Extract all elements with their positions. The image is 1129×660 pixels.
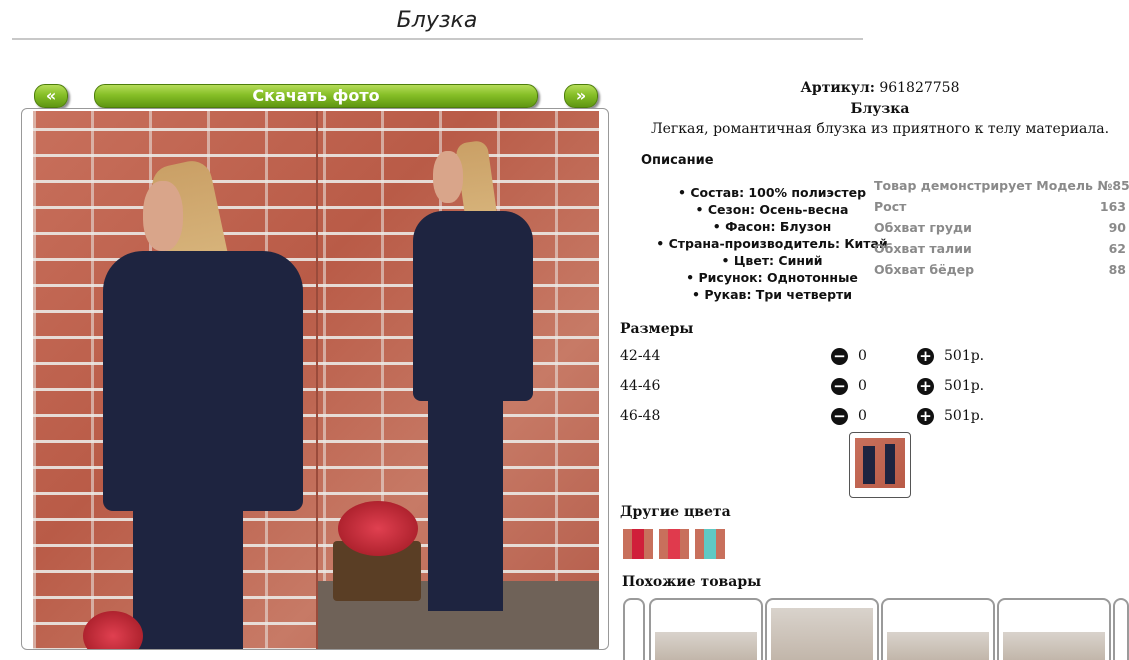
similar-product-card[interactable] [649, 598, 763, 660]
size-label: 42-44 [620, 348, 661, 364]
similar-product-card[interactable] [1113, 598, 1129, 660]
thumbnail-image [855, 438, 905, 488]
size-price: 501р. [944, 348, 985, 364]
model-pants-left [133, 501, 243, 649]
size-row: 42-44 − 0 + 501р. [620, 348, 1129, 368]
model-measurements: Товар демонстрирует Модель №85 Рост 163 О… [874, 177, 1129, 282]
model-row: Рост 163 [874, 198, 1126, 219]
similar-product-card[interactable] [997, 598, 1111, 660]
model-row-value: 163 [1099, 199, 1126, 214]
download-photo-button[interactable]: Скачать фото [94, 84, 538, 108]
spec-item: Фасон: Блузон [636, 218, 908, 235]
similar-products-heading: Похожие товары [622, 574, 762, 590]
next-photo-button[interactable]: » [564, 84, 598, 108]
model-row-value: 90 [1108, 220, 1126, 235]
photo-thumbnail[interactable] [849, 432, 911, 498]
size-label: 46-48 [620, 408, 661, 424]
size-price: 501р. [944, 408, 985, 424]
similar-product-image [771, 608, 873, 660]
spec-item: Сезон: Осень-весна [636, 201, 908, 218]
minus-icon[interactable]: − [831, 378, 848, 395]
model-row: Обхват груди 90 [874, 219, 1126, 240]
model-blouse-left [103, 251, 303, 511]
model-face-right [433, 151, 463, 203]
model-heading-text: Товар демонстрирует Модель №85 [874, 178, 1129, 193]
plus-icon[interactable]: + [917, 348, 934, 365]
model-row-label: Обхват талии [874, 241, 972, 256]
model-row: Обхват талии 62 [874, 240, 1126, 261]
color-variant-thumbnail[interactable] [623, 529, 653, 559]
spec-item: Состав: 100% полиэстер [636, 184, 908, 201]
page-title: Блузка [396, 8, 478, 33]
minus-icon[interactable]: − [831, 348, 848, 365]
model-row-label: Обхват бёдер [874, 262, 975, 277]
size-row: 44-46 − 0 + 501р. [620, 378, 1129, 398]
model-row-label: Обхват груди [874, 220, 972, 235]
size-quantity: 0 [858, 348, 867, 364]
similar-product-image [655, 632, 757, 660]
model-row-value: 62 [1108, 241, 1126, 256]
size-price: 501р. [944, 378, 985, 394]
model-pants-right [428, 391, 503, 611]
product-description: Легкая, романтичная блузка из приятного … [650, 121, 1110, 137]
spec-item: Рисунок: Однотонные [636, 269, 908, 286]
similar-product-image [887, 632, 989, 660]
spec-item: Рукав: Три четверти [636, 286, 908, 303]
prev-photo-button[interactable]: « [34, 84, 68, 108]
product-photo-frame [21, 108, 609, 650]
photo-seam [316, 111, 318, 649]
spec-list: Состав: 100% полиэстер Сезон: Осень-весн… [636, 184, 908, 303]
title-divider [12, 38, 863, 40]
model-row-label: Рост [874, 199, 907, 214]
article-line: Артикул: 961827758 [620, 80, 1129, 96]
description-heading: Описание [641, 153, 714, 168]
plus-icon[interactable]: + [917, 408, 934, 425]
other-colors-heading: Другие цвета [620, 504, 731, 520]
article-value: 961827758 [879, 80, 960, 96]
size-row: 46-48 − 0 + 501р. [620, 408, 1129, 428]
model-row-value: 88 [1108, 262, 1126, 277]
color-variant-thumbnail[interactable] [695, 529, 725, 559]
similar-product-card[interactable] [623, 598, 645, 660]
model-heading: Товар демонстрирует Модель №85 [874, 177, 1129, 198]
size-quantity: 0 [858, 408, 867, 424]
spec-item: Страна-производитель: Китай [636, 235, 908, 252]
similar-product-image [1003, 632, 1105, 660]
product-name: Блузка [850, 101, 910, 117]
flower-right [338, 501, 418, 556]
spec-item: Цвет: Синий [636, 252, 908, 269]
sizes-heading: Размеры [620, 321, 694, 337]
minus-icon[interactable]: − [831, 408, 848, 425]
color-variant-thumbnail[interactable] [659, 529, 689, 559]
similar-product-card[interactable] [765, 598, 879, 660]
size-quantity: 0 [858, 378, 867, 394]
plus-icon[interactable]: + [917, 378, 934, 395]
article-label: Артикул: [800, 80, 875, 96]
model-row: Обхват бёдер 88 [874, 261, 1126, 282]
product-photo[interactable] [33, 111, 599, 649]
size-label: 44-46 [620, 378, 661, 394]
model-blouse-right [413, 211, 533, 401]
model-face-left [143, 181, 183, 251]
similar-product-card[interactable] [881, 598, 995, 660]
